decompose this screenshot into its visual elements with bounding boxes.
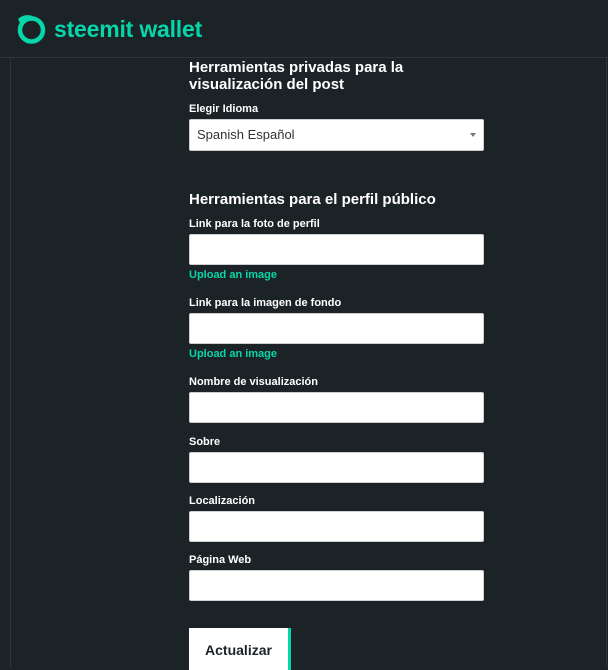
profile-picture-input[interactable] bbox=[189, 234, 484, 265]
upload-cover-image-link[interactable]: Upload an image bbox=[189, 348, 277, 361]
language-label: Elegir Idioma bbox=[189, 103, 259, 115]
upload-profile-image-link[interactable]: Upload an image bbox=[189, 269, 277, 282]
update-button[interactable]: Actualizar bbox=[189, 628, 291, 670]
about-label: Sobre bbox=[189, 436, 221, 448]
page-border-right bbox=[606, 58, 607, 668]
cover-image-input[interactable] bbox=[189, 313, 484, 344]
cover-image-label: Link para la imagen de fondo bbox=[189, 297, 342, 309]
language-select-value: Spanish Español bbox=[197, 127, 295, 142]
location-input[interactable] bbox=[189, 511, 484, 542]
display-name-label: Nombre de visualización bbox=[189, 376, 318, 388]
private-tools-heading-line2: visualización del post bbox=[189, 76, 345, 93]
language-select[interactable]: Spanish Español bbox=[189, 119, 484, 151]
about-input[interactable] bbox=[189, 452, 484, 483]
website-input[interactable] bbox=[189, 570, 484, 601]
page-border-left bbox=[10, 58, 11, 668]
profile-picture-label: Link para la foto de perfil bbox=[189, 218, 320, 230]
steemit-logo-icon bbox=[17, 15, 46, 44]
brand-link[interactable]: steemit wallet bbox=[16, 12, 202, 46]
top-bar: steemit wallet bbox=[0, 0, 608, 58]
chevron-down-icon bbox=[470, 133, 476, 137]
location-label: Localización bbox=[189, 495, 256, 507]
website-label: Página Web bbox=[189, 554, 252, 566]
brand-name: steemit wallet bbox=[54, 15, 203, 42]
display-name-input[interactable] bbox=[189, 392, 484, 423]
private-tools-heading-line1: Herramientas privadas para la bbox=[189, 59, 404, 76]
public-profile-heading: Herramientas para el perfil público bbox=[189, 191, 436, 208]
